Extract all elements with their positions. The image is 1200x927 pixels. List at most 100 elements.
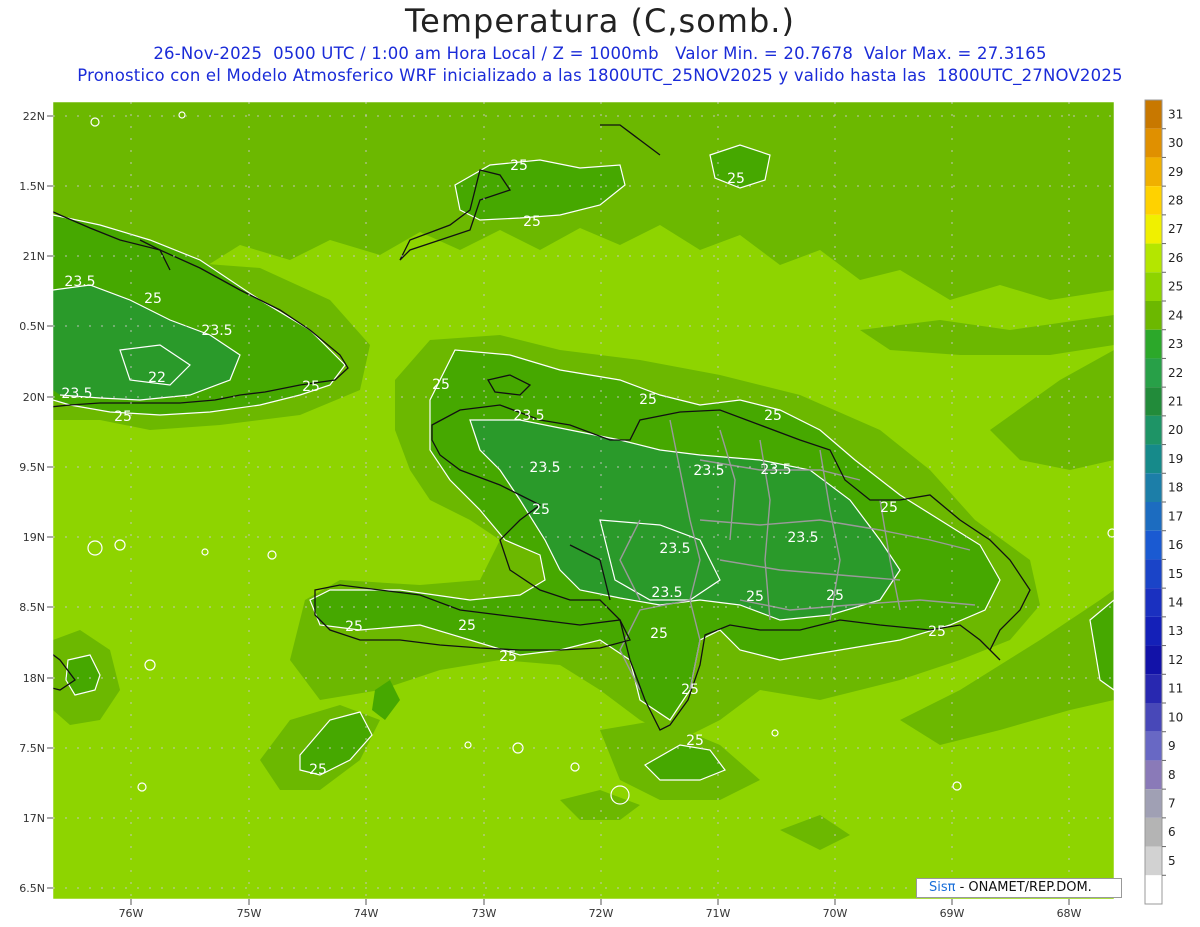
lon-label: 69W [940,907,965,920]
contour-label: 25 [523,214,541,230]
legend-swatch [1145,616,1162,646]
contour-label: 25 [309,762,327,778]
lat-label: 22N [23,110,45,123]
legend-label: 21 [1168,395,1183,409]
legend-swatch [1145,703,1162,732]
legend-swatch [1145,444,1162,474]
legend-label: 20 [1168,423,1183,437]
contour-label: 25 [681,682,699,698]
legend-label: 28 [1168,194,1183,208]
legend-swatch [1145,358,1162,388]
contour-label: 25 [727,171,745,187]
legend-swatch [1145,157,1162,187]
legend-label: 25 [1168,280,1183,294]
contour-label: 25 [764,408,782,424]
contour-label: 22 [148,370,166,386]
color-legend: 31 30 29 28 27 26 25 24 23 22 21 20 19 18 17 16 15 14 13 12… [1144,99,1183,905]
contour-label: 25 [144,291,162,307]
legend-label: 6 [1168,825,1176,839]
lon-label: 72W [589,907,614,920]
lon-label: 71W [706,907,731,920]
legend-swatch [1145,817,1162,847]
legend-swatch [1145,559,1162,589]
legend-swatch [1145,329,1162,359]
lat-label: 18N [23,672,45,685]
legend-swatch [1145,473,1162,502]
legend-swatch [1145,301,1162,330]
legend-swatch [1145,588,1162,617]
lat-label: 21N [23,250,45,263]
legend-swatch [1145,530,1162,560]
contour-label: 25 [432,377,450,393]
legend-swatch [1145,674,1162,703]
lat-label: 20N [23,391,45,404]
lon-label: 70W [823,907,848,920]
contour-label: 23.5 [651,585,682,601]
lon-label: 75W [237,907,262,920]
legend-swatch [1145,387,1162,416]
legend-label: 31 [1168,107,1183,121]
contour-label: 25 [458,618,476,634]
legend-swatch [1145,875,1162,904]
legend-swatch [1145,760,1162,790]
legend-label: 19 [1168,452,1183,466]
lon-label: 73W [472,907,497,920]
legend-label: 30 [1168,136,1183,150]
legend-swatch [1145,789,1162,818]
legend-swatch [1145,731,1162,761]
contour-label: 23.5 [659,541,690,557]
legend-swatch [1145,186,1162,215]
temperature-map: 25 25 25 23.5 25 23.5 22 23.5 25 25 25 2… [19,99,1183,920]
contour-label: 25 [114,409,132,425]
legend-label: 5 [1168,854,1176,868]
legend-label: 29 [1168,165,1183,179]
legend-swatch [1145,846,1162,876]
lon-axis: 76W 75W 74W 73W 72W 71W 70W 69W 68W [119,899,1082,920]
contour-label: 25 [302,379,320,395]
lat-label: 17N [23,812,45,825]
legend-label: 27 [1168,222,1183,236]
lon-label: 76W [119,907,144,920]
legend-label: 15 [1168,567,1183,581]
contour-label: 23.5 [693,463,724,479]
legend-swatch [1145,100,1162,129]
legend-label: 24 [1168,308,1183,322]
contour-label: 25 [880,500,898,516]
contour-label: 25 [345,619,363,635]
legend-swatch [1145,272,1162,301]
legend-swatch [1145,128,1162,158]
contour-label: 23.5 [787,530,818,546]
legend-label: 13 [1168,624,1183,638]
credit-text: - ONAMET/REP.DOM. [955,880,1092,895]
lon-label: 74W [354,907,379,920]
credit-brand: Sisπ [929,880,956,895]
legend-label: 16 [1168,538,1183,552]
contour-label: 25 [746,589,764,605]
contour-label: 23.5 [513,408,544,424]
contour-label: 23.5 [61,386,92,402]
legend-label: 14 [1168,596,1183,610]
legend-label: 11 [1168,682,1183,696]
contour-label: 23.5 [529,460,560,476]
legend-swatch [1145,415,1162,445]
contour-label: 23.5 [760,462,791,478]
lat-label: 1.5N [19,180,45,193]
contour-label: 25 [499,649,517,665]
lat-label: 8.5N [19,601,45,614]
contour-label: 25 [928,624,946,640]
contour-label: 25 [686,733,704,749]
credit-box: Sisπ - ONAMET/REP.DOM. [916,878,1122,898]
contour-label: 25 [650,626,668,642]
contour-label: 25 [532,502,550,518]
lat-label: 9.5N [19,461,45,474]
legend-label: 10 [1168,710,1183,724]
legend-label: 9 [1168,739,1176,753]
legend-swatch [1145,502,1162,531]
contour-label: 23.5 [201,323,232,339]
legend-swatch [1145,243,1162,273]
lon-label: 68W [1057,907,1082,920]
contour-label: 25 [826,588,844,604]
legend-label: 26 [1168,251,1183,265]
legend-label: 8 [1168,768,1176,782]
contour-label: 23.5 [64,274,95,290]
